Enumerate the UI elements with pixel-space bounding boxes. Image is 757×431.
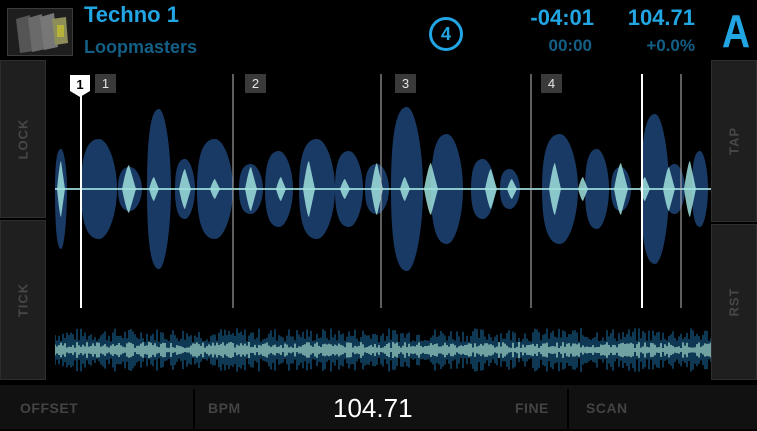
divider — [567, 389, 569, 429]
fine-label[interactable]: FINE — [515, 385, 549, 429]
cue-point-marker[interactable]: 1 — [70, 75, 90, 97]
track-artist: Loopmasters — [84, 37, 198, 57]
deck-letter: A — [721, 5, 751, 57]
tap-button-label: TAP — [726, 126, 742, 156]
scan-label[interactable]: SCAN — [586, 385, 628, 429]
bottom-control-bar: OFFSET BPM 104.71 FINE SCAN — [0, 385, 757, 429]
beat-counter: 4 — [429, 17, 463, 51]
track-overview[interactable] — [55, 322, 711, 378]
tick-button-label: TICK — [15, 282, 31, 318]
beat-tag-2: 2 — [245, 74, 266, 93]
tempo-display: 104.71 — [627, 5, 695, 30]
album-cover — [7, 8, 73, 56]
reset-button[interactable]: RST — [711, 224, 757, 380]
beat-tag-label: 4 — [548, 76, 555, 91]
deck-header: Techno 1 Loopmasters 4 -04:01 00:00 104.… — [0, 0, 757, 60]
divider — [193, 389, 195, 429]
track-title: Techno 1 — [84, 2, 179, 27]
reset-button-label: RST — [726, 287, 742, 317]
bpm-value[interactable]: 104.71 — [333, 385, 413, 429]
tap-button[interactable]: TAP — [711, 60, 757, 222]
beat-tag-4: 4 — [541, 74, 562, 93]
beat-tag-label: 1 — [102, 76, 109, 91]
offset-label[interactable]: OFFSET — [20, 385, 78, 429]
beat-tag-1: 1 — [95, 74, 116, 93]
elapsed-time: 00:00 — [548, 36, 592, 55]
beat-tag-label: 2 — [252, 76, 259, 91]
lock-button-label: LOCK — [15, 118, 31, 160]
lock-button[interactable]: LOCK — [0, 60, 46, 218]
album-art-icon — [8, 9, 72, 55]
waveform-display[interactable]: 1 2 3 4 1 — [55, 62, 711, 318]
tick-button[interactable]: TICK — [0, 220, 46, 380]
cue-point-label: 1 — [76, 77, 83, 92]
pitch-display: +0.0% — [646, 36, 695, 55]
overview-waveform — [55, 328, 711, 372]
remaining-time: -04:01 — [530, 5, 594, 30]
beat-tag-label: 3 — [402, 76, 409, 91]
bpm-label: BPM — [208, 400, 241, 416]
beat-tag-3: 3 — [395, 74, 416, 93]
